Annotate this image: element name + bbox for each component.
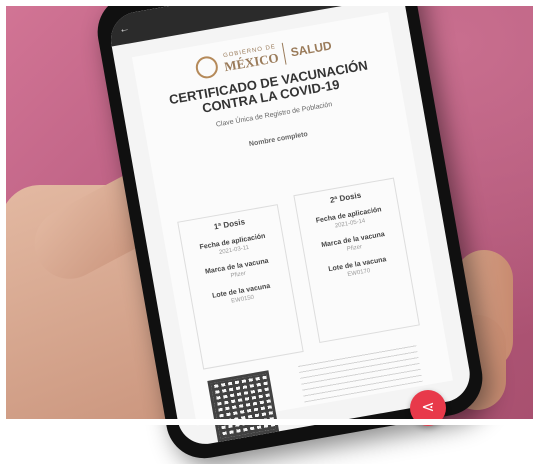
logo-divider <box>282 42 287 65</box>
phone-screen: ← GOBIERNO DE MÉXICO SALUD CERTIFICADO D… <box>106 0 475 449</box>
qr-code <box>207 370 280 443</box>
dose-1-panel: 1ª Dosis Fecha de aplicación 2021-03-11 … <box>177 204 304 370</box>
share-icon: ⋖ <box>421 399 435 416</box>
vaccination-certificate: GOBIERNO DE MÉXICO SALUD CERTIFICADO DE … <box>131 12 453 443</box>
dose-2-panel: 2ª Dosis Fecha de aplicación 2021-05-14 … <box>293 177 420 343</box>
name-label: Nombre completo <box>248 130 309 149</box>
back-arrow-icon[interactable]: ← <box>118 22 131 36</box>
ministry-label: SALUD <box>289 38 333 60</box>
share-button[interactable]: ⋖ <box>410 390 446 426</box>
national-seal-icon <box>194 54 220 81</box>
legal-fine-print <box>297 342 423 403</box>
